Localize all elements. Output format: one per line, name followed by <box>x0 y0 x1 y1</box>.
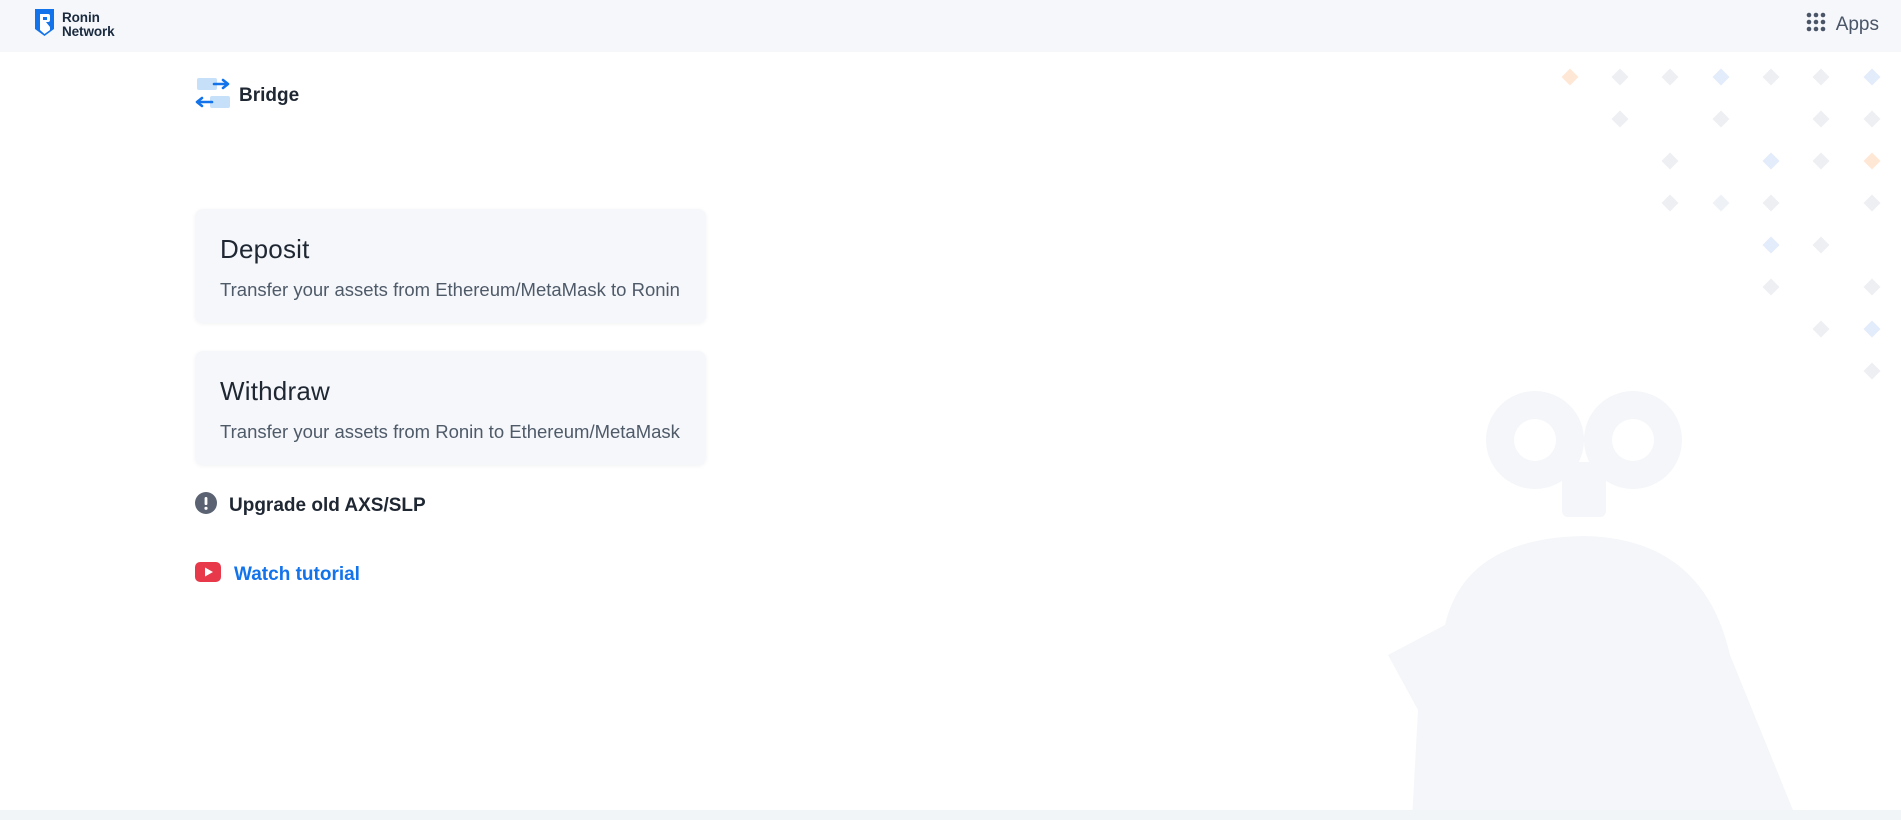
apps-button[interactable]: Apps <box>1806 12 1879 37</box>
grid-icon <box>1806 12 1826 37</box>
exclamation-circle-icon <box>195 492 217 519</box>
withdraw-card[interactable]: Withdraw Transfer your assets from Ronin… <box>195 351 706 465</box>
page-title: Bridge <box>239 84 300 106</box>
mascot-eyes <box>1514 419 1654 461</box>
watch-tutorial-label: Watch tutorial <box>234 563 360 585</box>
withdraw-title: Withdraw <box>220 376 330 406</box>
mascot-silhouette <box>1388 391 1797 820</box>
upgrade-label: Upgrade old AXS/SLP <box>229 494 426 516</box>
deposit-description: Transfer your assets from Ethereum/MetaM… <box>220 279 680 300</box>
withdraw-description: Transfer your assets from Ronin to Ether… <box>220 421 680 442</box>
top-bar: Ronin Network Apps <box>0 0 1901 52</box>
deposit-card[interactable]: Deposit Transfer your assets from Ethere… <box>195 209 706 323</box>
upgrade-link[interactable]: Upgrade old AXS/SLP <box>195 492 426 519</box>
logo-line-network: Network <box>62 24 115 39</box>
watch-tutorial-link[interactable]: Watch tutorial <box>195 562 360 587</box>
logo-wordmark: Ronin Network <box>62 11 115 39</box>
ronin-network-logo[interactable]: Ronin Network <box>33 8 115 42</box>
bottom-strip <box>0 810 1901 820</box>
ronin-shield-icon <box>33 8 56 42</box>
diamond-dot-grid <box>1561 68 1881 380</box>
deposit-title: Deposit <box>220 234 310 264</box>
apps-label: Apps <box>1835 13 1879 35</box>
swap-arrows-icon <box>194 75 232 116</box>
logo-line-ronin: Ronin <box>62 10 100 25</box>
youtube-play-icon <box>195 562 221 587</box>
page-header: Bridge <box>194 75 299 116</box>
